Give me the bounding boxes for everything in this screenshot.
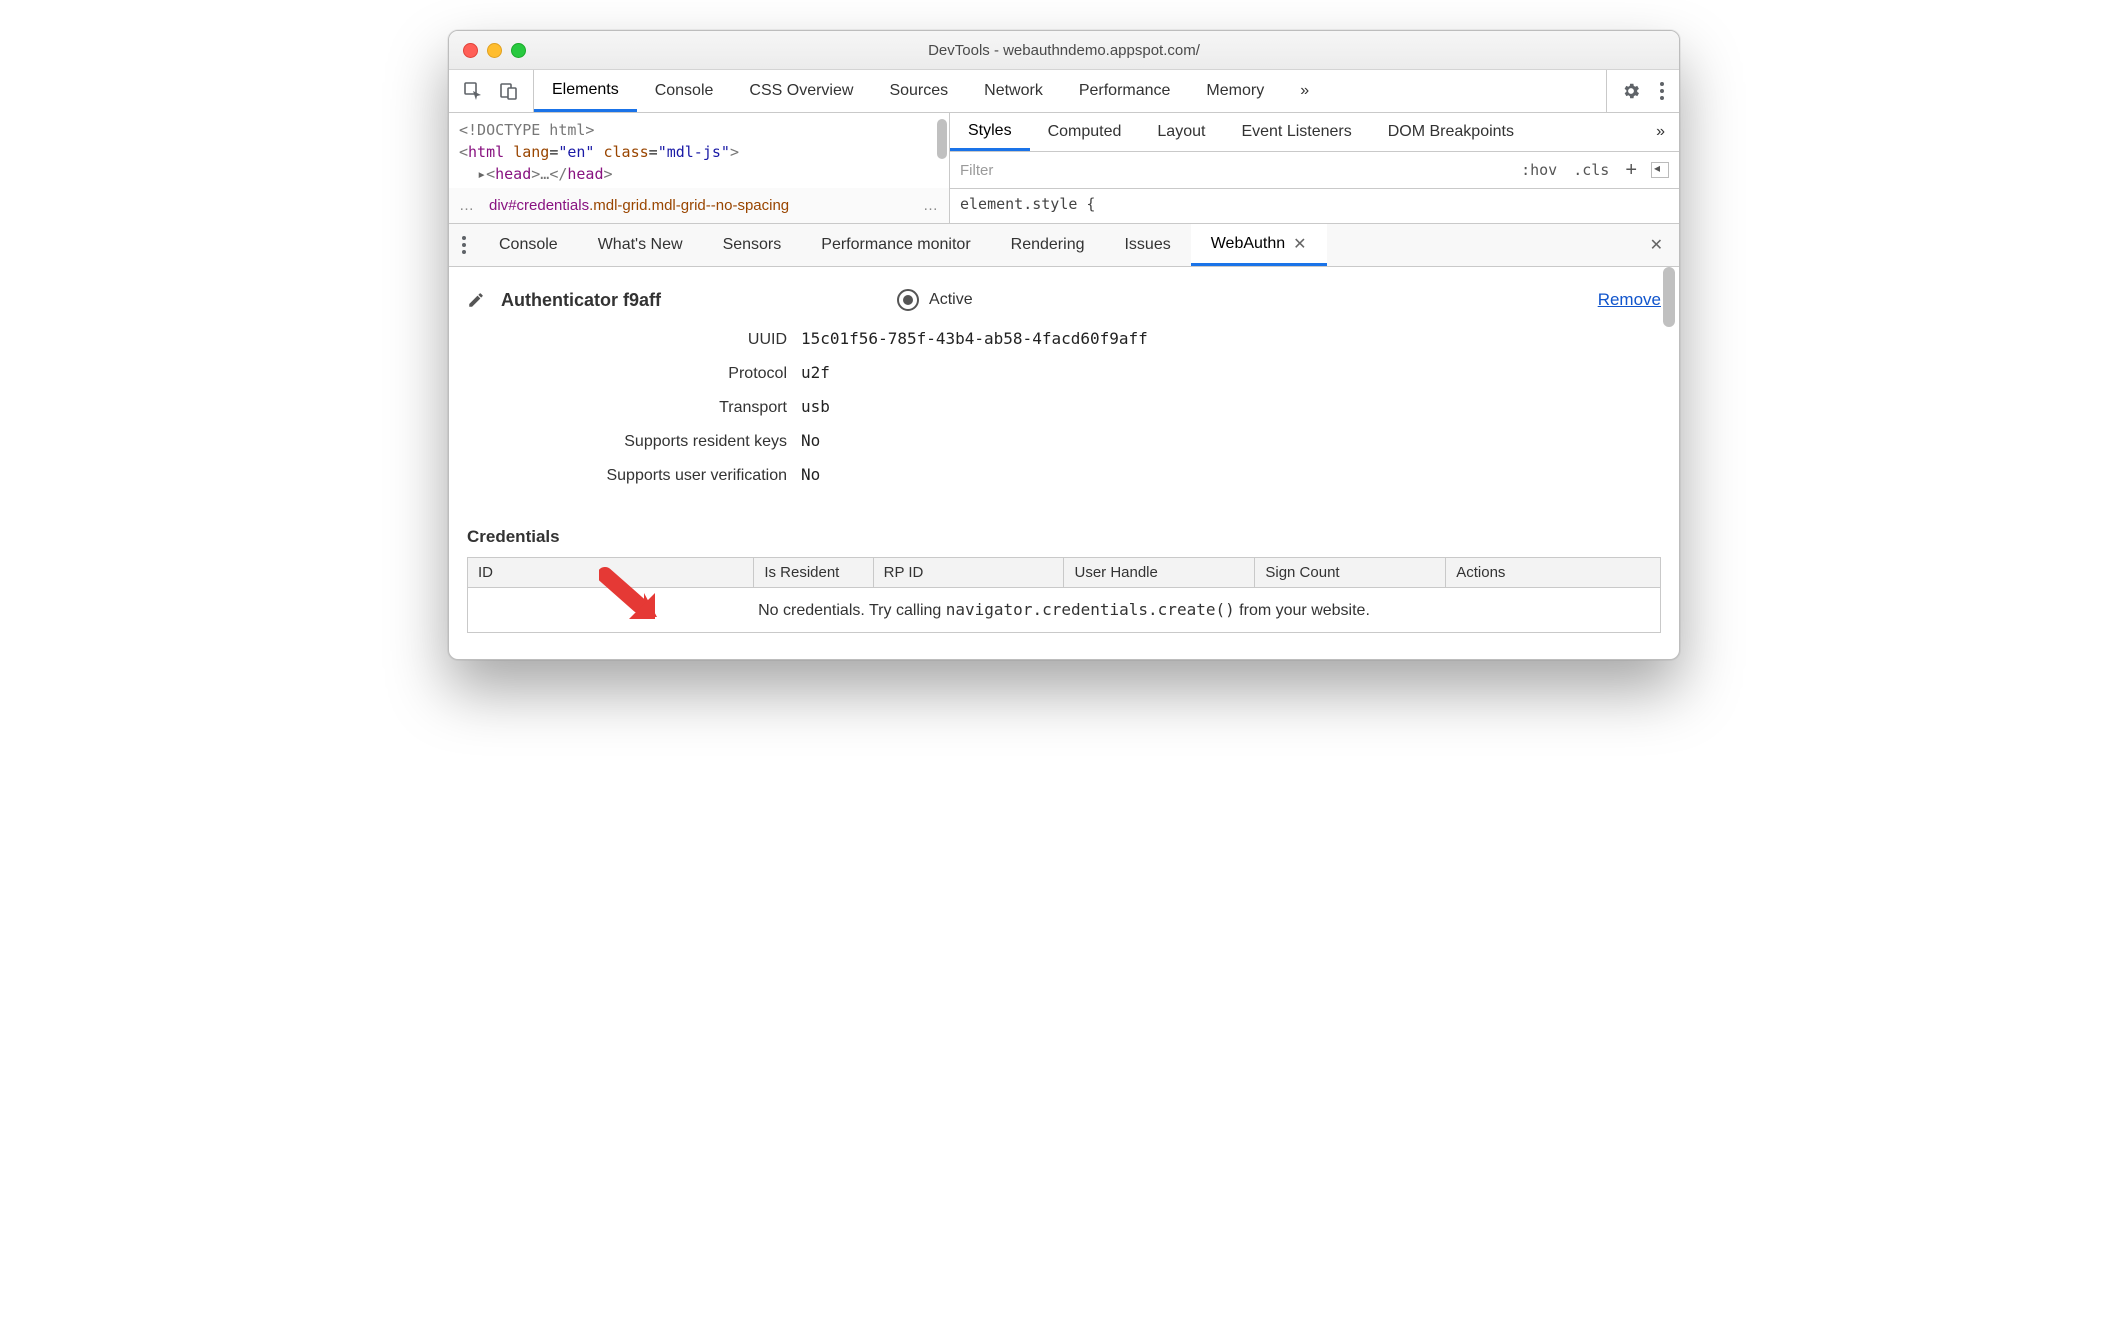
prop-value-uuid: 15c01f56-785f-43b4-ab58-4facd60f9aff xyxy=(801,329,1148,348)
cls-toggle[interactable]: .cls xyxy=(1565,161,1617,179)
prop-value-protocol: u2f xyxy=(801,363,830,382)
drawer-tab-performance-monitor[interactable]: Performance monitor xyxy=(801,224,990,266)
breadcrumb-next[interactable]: … xyxy=(923,197,939,214)
window-title: DevTools - webauthndemo.appspot.com/ xyxy=(449,42,1679,59)
drawer-close-icon[interactable]: ✕ xyxy=(1634,224,1679,266)
authenticator-header: Authenticator f9aff Active Remove xyxy=(467,289,1661,311)
styles-panel: Styles Computed Layout Event Listeners D… xyxy=(950,113,1679,223)
dom-source: <!DOCTYPE html> <html lang="en" class="m… xyxy=(449,113,949,185)
drawer-tab-sensors[interactable]: Sensors xyxy=(703,224,802,266)
tab-console[interactable]: Console xyxy=(637,70,732,112)
col-actions[interactable]: Actions xyxy=(1446,558,1661,588)
close-tab-icon[interactable]: ✕ xyxy=(1293,234,1306,254)
settings-gear-icon[interactable] xyxy=(1621,81,1641,101)
main-toolbar: Elements Console CSS Overview Sources Ne… xyxy=(449,70,1679,113)
drawer-tabs: Console What's New Sensors Performance m… xyxy=(449,224,1679,267)
col-is-resident[interactable]: Is Resident xyxy=(754,558,873,588)
prop-label-uuid: UUID xyxy=(467,331,801,349)
new-style-rule-button[interactable]: + xyxy=(1617,159,1645,182)
col-id[interactable]: ID xyxy=(468,558,754,588)
col-sign-count[interactable]: Sign Count xyxy=(1255,558,1446,588)
drawer-tab-webauthn[interactable]: WebAuthn ✕ xyxy=(1191,224,1327,266)
credentials-heading: Credentials xyxy=(467,527,1661,547)
tabs-overflow[interactable]: » xyxy=(1282,70,1327,112)
prop-value-resident-keys: No xyxy=(801,431,820,450)
styles-filter-input[interactable] xyxy=(950,152,1513,188)
prop-label-resident-keys: Supports resident keys xyxy=(467,433,801,451)
tab-network[interactable]: Network xyxy=(966,70,1061,112)
titlebar: DevTools - webauthndemo.appspot.com/ xyxy=(449,31,1679,70)
active-radio[interactable] xyxy=(897,289,919,311)
breadcrumb-path[interactable]: div#credentials.mdl-grid.mdl-grid--no-sp… xyxy=(489,197,789,214)
hov-toggle[interactable]: :hov xyxy=(1513,161,1565,179)
drawer-menu-icon[interactable] xyxy=(449,224,479,266)
tab-styles[interactable]: Styles xyxy=(950,113,1030,151)
credentials-empty-row: No credentials. Try calling navigator.cr… xyxy=(468,588,1661,633)
minimize-window-button[interactable] xyxy=(487,43,502,58)
webauthn-panel: Authenticator f9aff Active Remove UUID15… xyxy=(449,267,1679,659)
tab-memory[interactable]: Memory xyxy=(1188,70,1282,112)
edit-pencil-icon[interactable] xyxy=(467,291,485,309)
prop-label-user-verification: Supports user verification xyxy=(467,467,801,485)
element-style-block[interactable]: element.style { xyxy=(950,189,1679,219)
styles-filter-row: :hov .cls + xyxy=(950,152,1679,189)
empty-text-pre: No credentials. Try calling xyxy=(758,602,946,619)
zoom-window-button[interactable] xyxy=(511,43,526,58)
col-rp-id[interactable]: RP ID xyxy=(873,558,1064,588)
breadcrumb-prev[interactable]: … xyxy=(459,197,475,214)
col-user-handle[interactable]: User Handle xyxy=(1064,558,1255,588)
drawer-tab-rendering[interactable]: Rendering xyxy=(991,224,1105,266)
authenticator-properties: UUID15c01f56-785f-43b4-ab58-4facd60f9aff… xyxy=(467,329,1661,499)
drawer-tab-whats-new[interactable]: What's New xyxy=(578,224,703,266)
toggle-sidebar-icon[interactable] xyxy=(1651,162,1669,178)
tab-elements[interactable]: Elements xyxy=(534,70,637,112)
drawer-tab-issues[interactable]: Issues xyxy=(1104,224,1190,266)
tab-css-overview[interactable]: CSS Overview xyxy=(731,70,871,112)
tab-performance[interactable]: Performance xyxy=(1061,70,1189,112)
dom-vertical-scrollbar[interactable] xyxy=(937,119,947,159)
tab-dom-breakpoints[interactable]: DOM Breakpoints xyxy=(1370,113,1532,151)
main-tabs: Elements Console CSS Overview Sources Ne… xyxy=(534,70,1327,112)
styles-tabs-overflow[interactable]: » xyxy=(1642,113,1679,151)
panel-vertical-scrollbar[interactable] xyxy=(1663,267,1675,327)
prop-label-protocol: Protocol xyxy=(467,365,801,383)
prop-value-user-verification: No xyxy=(801,465,820,484)
kebab-menu-icon[interactable] xyxy=(1659,81,1665,101)
inspect-icon[interactable] xyxy=(463,81,483,101)
styles-tabs: Styles Computed Layout Event Listeners D… xyxy=(950,113,1679,152)
tab-event-listeners[interactable]: Event Listeners xyxy=(1223,113,1369,151)
prop-value-transport: usb xyxy=(801,397,830,416)
devtools-window: DevTools - webauthndemo.appspot.com/ Ele… xyxy=(448,30,1680,660)
remove-link[interactable]: Remove xyxy=(1598,290,1661,310)
empty-text-post: from your website. xyxy=(1235,602,1370,619)
tab-computed[interactable]: Computed xyxy=(1030,113,1140,151)
close-window-button[interactable] xyxy=(463,43,478,58)
drawer-tab-webauthn-label: WebAuthn xyxy=(1211,235,1285,253)
drawer-tab-console[interactable]: Console xyxy=(479,224,578,266)
empty-text-code: navigator.credentials.create() xyxy=(946,600,1235,619)
active-label: Active xyxy=(929,291,973,309)
device-toggle-icon[interactable] xyxy=(499,81,519,101)
window-controls xyxy=(449,43,526,58)
tab-layout[interactable]: Layout xyxy=(1139,113,1223,151)
dom-breadcrumb[interactable]: … div#credentials.mdl-grid.mdl-grid--no-… xyxy=(449,188,949,224)
credentials-table: ID Is Resident RP ID User Handle Sign Co… xyxy=(467,557,1661,633)
tab-sources[interactable]: Sources xyxy=(871,70,966,112)
prop-label-transport: Transport xyxy=(467,399,801,417)
authenticator-name: Authenticator f9aff xyxy=(501,290,661,311)
